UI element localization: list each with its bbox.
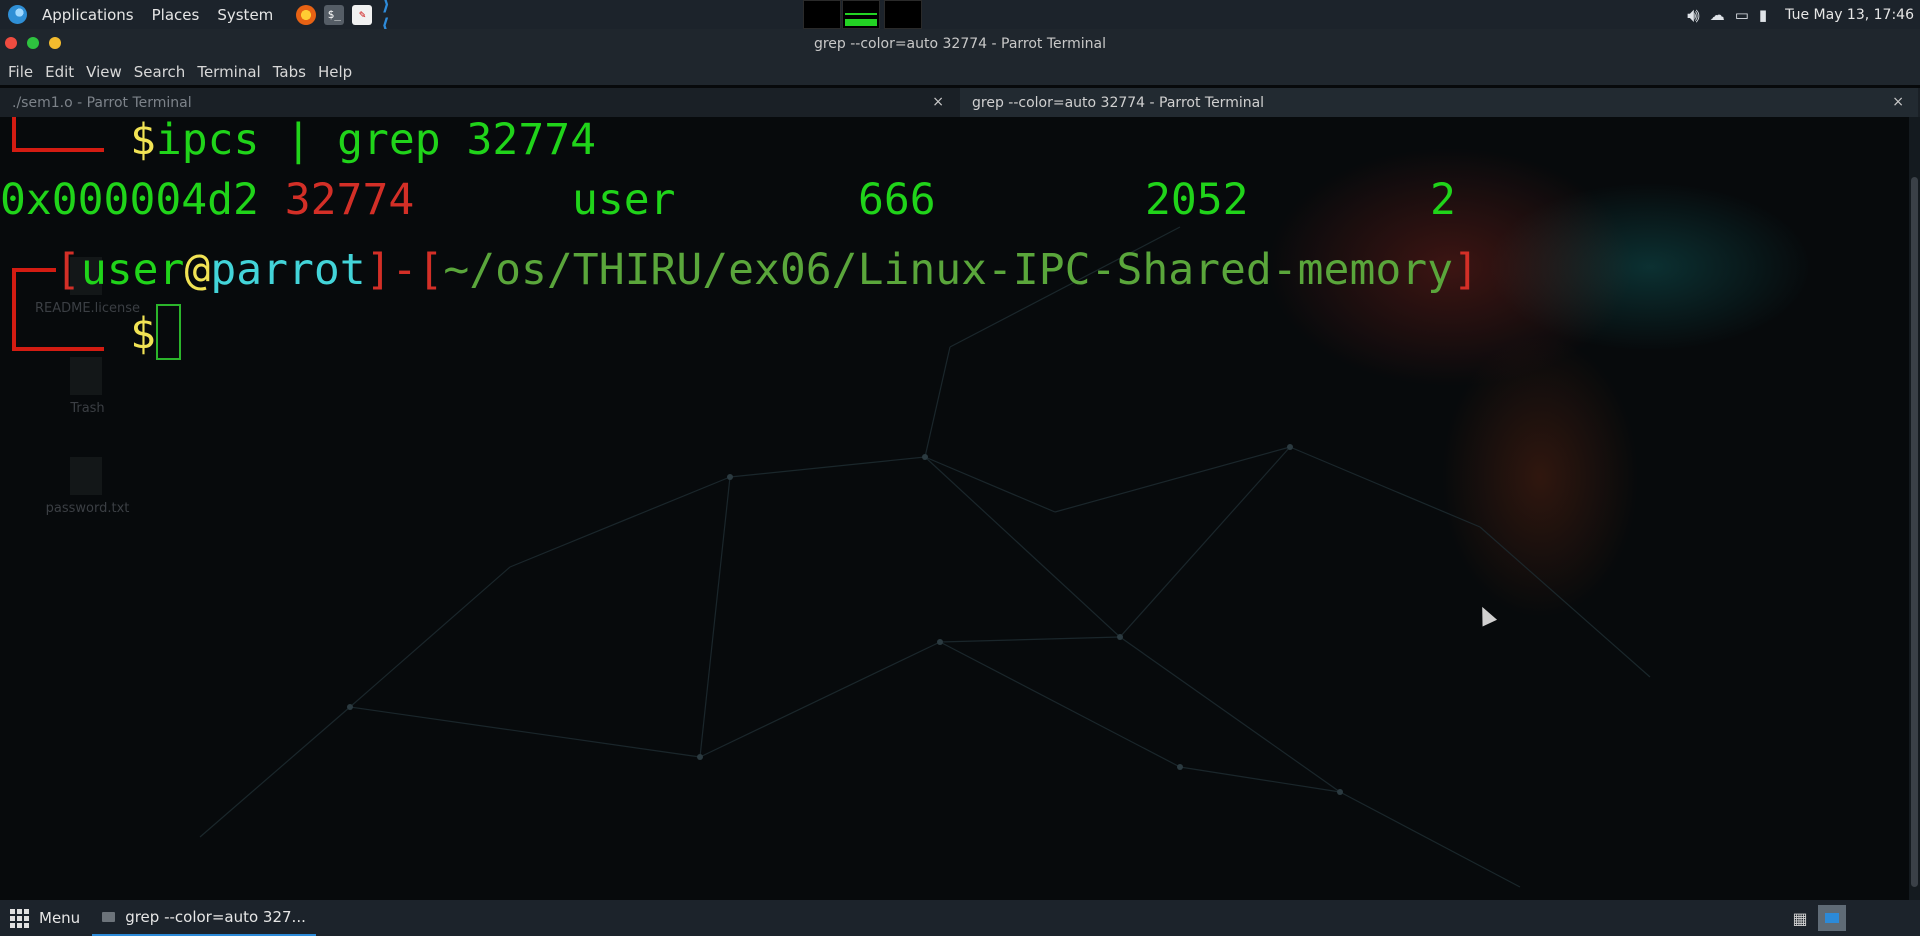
prompt-corner-line bbox=[12, 347, 104, 351]
parrot-logo-icon[interactable] bbox=[8, 5, 27, 24]
wallpaper-network-graphic bbox=[199, 226, 1651, 888]
prompt-host: parrot bbox=[210, 245, 366, 295]
firefox-icon[interactable] bbox=[296, 4, 317, 25]
command-line: $ipcs | grep 32774 bbox=[130, 117, 596, 166]
battery-icon[interactable]: ▮ bbox=[1759, 6, 1767, 24]
tab-grep[interactable]: grep --color=auto 32774 - Parrot Termina… bbox=[960, 88, 1918, 117]
applications-menu[interactable]: Applications bbox=[33, 0, 143, 29]
taskbar-terminal-button[interactable]: grep --color=auto 327... bbox=[92, 900, 316, 936]
menu-tabs[interactable]: Tabs bbox=[267, 63, 312, 81]
command-text: ipcs | grep 32774 bbox=[155, 117, 596, 165]
desktop-label-trash: Trash bbox=[70, 401, 105, 416]
shm-bytes: 2052 bbox=[1145, 175, 1249, 225]
close-tab-icon[interactable]: × bbox=[1892, 94, 1904, 110]
window-title: grep --color=auto 32774 - Parrot Termina… bbox=[813, 36, 1107, 52]
menu-file[interactable]: File bbox=[2, 63, 39, 81]
task-label: grep --color=auto 327... bbox=[125, 908, 306, 926]
terminal-menubar: File Edit View Search Terminal Tabs Help bbox=[0, 59, 1920, 85]
cpu-monitor-graph bbox=[803, 0, 841, 29]
tab-sem1[interactable]: ./sem1.o - Parrot Terminal × bbox=[0, 88, 958, 117]
terminal-scrollbar[interactable] bbox=[1909, 117, 1920, 900]
workspace-switcher-1[interactable]: ▦ bbox=[1786, 905, 1814, 931]
trash-icon bbox=[70, 357, 102, 395]
shm-id: 32774 bbox=[284, 175, 415, 225]
menu-label: Menu bbox=[39, 909, 81, 927]
prompt-line: [user@parrot]-[~/os/THIRU/ex06/Linux-IPC… bbox=[55, 245, 1479, 295]
menu-terminal[interactable]: Terminal bbox=[191, 63, 266, 81]
system-tray: 🔊︎ ☁︎ ▭ ▮ Tue May 13, 17:46 bbox=[1687, 0, 1920, 29]
cloud-icon[interactable]: ☁︎ bbox=[1710, 6, 1725, 24]
shm-nattch: 2 bbox=[1430, 175, 1456, 225]
memory-monitor-graph bbox=[842, 0, 880, 29]
prompt-corner-line bbox=[12, 268, 16, 351]
prompt-corner-line bbox=[12, 268, 56, 272]
shm-owner: user bbox=[572, 175, 676, 225]
menu-grid-icon bbox=[10, 908, 29, 928]
prompt-user: user bbox=[80, 245, 185, 295]
places-menu[interactable]: Places bbox=[143, 0, 209, 29]
text-editor-icon[interactable]: ✎ bbox=[352, 4, 373, 25]
prompt-symbol: $ bbox=[130, 117, 156, 165]
bottom-panel: Menu grep --color=auto 327... ▦ bbox=[0, 900, 1920, 936]
prompt-symbol: $ bbox=[130, 309, 156, 359]
scrollbar-thumb[interactable] bbox=[1911, 177, 1918, 887]
workspace-switcher-2[interactable] bbox=[1818, 905, 1846, 931]
text-cursor bbox=[155, 304, 181, 360]
menu-search[interactable]: Search bbox=[128, 63, 192, 81]
desktop-label-password: password.txt bbox=[45, 501, 130, 516]
menu-help[interactable]: Help bbox=[312, 63, 358, 81]
shm-key: 0x000004d2 bbox=[0, 175, 259, 225]
menu-button[interactable]: Menu bbox=[0, 900, 90, 936]
close-tab-icon[interactable]: × bbox=[932, 94, 944, 110]
input-line[interactable]: $ bbox=[130, 304, 181, 360]
network-monitor-graph bbox=[884, 0, 922, 29]
tab-label: grep --color=auto 32774 - Parrot Termina… bbox=[972, 94, 1265, 111]
system-menu[interactable]: System bbox=[208, 0, 282, 29]
shm-perms: 666 bbox=[858, 175, 936, 225]
menu-edit[interactable]: Edit bbox=[39, 63, 80, 81]
desktop-label-readme: README.license bbox=[34, 301, 141, 316]
terminal-launcher-icon[interactable]: $_ bbox=[324, 4, 345, 25]
file-icon bbox=[70, 457, 102, 495]
terminal-icon bbox=[102, 912, 116, 922]
volume-icon[interactable]: 🔊︎ bbox=[1687, 3, 1700, 27]
prompt-corner-line bbox=[12, 148, 104, 152]
ipcs-output-row: 0x000004d2 32774 bbox=[0, 174, 414, 226]
clock[interactable]: Tue May 13, 17:46 bbox=[1785, 7, 1914, 23]
window-title-bar[interactable]: grep --color=auto 32774 - Parrot Termina… bbox=[0, 29, 1920, 59]
top-panel: Applications Places System $_ ✎ ⟩⟨ 🔊︎ ☁︎… bbox=[0, 0, 1920, 36]
tab-label: ./sem1.o - Parrot Terminal bbox=[12, 94, 192, 111]
vscode-icon[interactable]: ⟩⟨ bbox=[380, 0, 400, 36]
prompt-path: ~/os/THIRU/ex06/Linux-IPC-Shared-memory bbox=[443, 245, 1453, 295]
display-icon[interactable]: ▭ bbox=[1735, 6, 1749, 24]
terminal-view[interactable]: README.license Trash password.txt $ipcs … bbox=[0, 117, 1909, 900]
prompt-corner-line bbox=[12, 117, 16, 151]
menu-view[interactable]: View bbox=[80, 63, 128, 81]
tab-bar: ./sem1.o - Parrot Terminal × grep --colo… bbox=[0, 88, 1920, 117]
